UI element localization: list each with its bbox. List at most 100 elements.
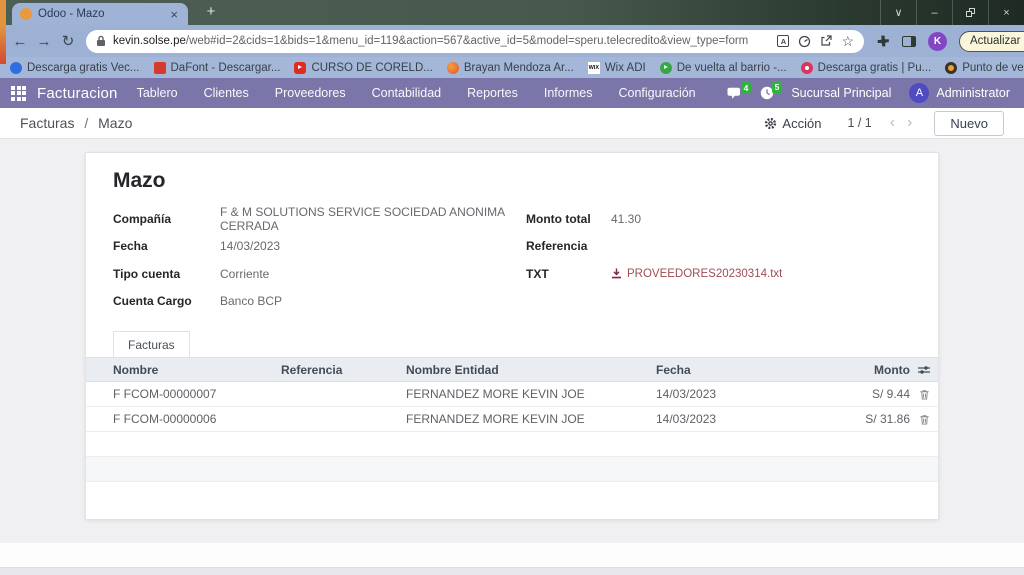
url-text: kevin.solse.pe/web#id=2&cids=1&bids=1&me… [113,35,768,47]
field-fecha-value[interactable]: 14/03/2023 [220,239,280,253]
header-nombre[interactable]: Nombre [86,363,281,377]
menu-clientes[interactable]: Clientes [191,78,262,108]
window-controls: ∨ – × [880,0,1024,25]
pager-previous-icon[interactable]: ‹ [884,115,901,131]
bookmark-item[interactable]: WIXWix ADI [588,62,646,74]
new-tab-button[interactable]: + [200,2,222,22]
header-referencia[interactable]: Referencia [281,363,406,377]
menu-contabilidad[interactable]: Contabilidad [359,78,455,108]
messages-badge: 4 [741,82,752,95]
action-label: Acción [782,116,821,131]
share-icon[interactable] [820,35,832,47]
apps-grid-icon[interactable] [11,86,26,101]
content-area: Mazo Compañía F & M SOLUTIONS SERVICE SO… [0,139,1024,543]
header-nombre-entidad[interactable]: Nombre Entidad [406,363,656,377]
bookmark-item[interactable]: De vuelta al barrio -... [660,62,787,74]
window-chevron-icon[interactable]: ∨ [880,0,916,25]
url-bar[interactable]: kevin.solse.pe/web#id=2&cids=1&bids=1&me… [86,30,864,53]
profile-avatar[interactable]: K [928,32,947,51]
forward-icon[interactable]: → [32,33,56,50]
menu-proveedores[interactable]: Proveedores [262,78,359,108]
lock-icon [96,35,106,47]
bookmark-item[interactable]: CURSO DE CORELD... [294,62,432,74]
field-group-left: Compañía F & M SOLUTIONS SERVICE SOCIEDA… [113,205,513,315]
table-row[interactable]: F FCOM-00000007 FERNANDEZ MORE KEVIN JOE… [86,382,938,407]
messages-button[interactable]: 4 [727,87,743,100]
cell-entidad: FERNANDEZ MORE KEVIN JOE [406,412,656,426]
extensions-puzzle-icon[interactable] [876,34,890,48]
breadcrumb-separator: / [84,115,88,131]
back-icon[interactable]: ← [8,33,32,50]
window-close-icon[interactable]: × [988,0,1024,25]
control-panel: Facturas / Mazo Acción 1 / 1 ‹ › Nuevo [0,108,1024,139]
header-fecha[interactable]: Fecha [656,363,816,377]
table-header-row: Nombre Referencia Nombre Entidad Fecha M… [86,357,938,382]
pager-next-icon[interactable]: › [901,115,918,131]
menu-tablero[interactable]: Tablero [124,78,191,108]
browser-tab[interactable]: Odoo - Mazo × [12,3,188,25]
taskbar-edge [0,567,1024,575]
pink-circle-icon [801,62,813,74]
optional-columns-icon[interactable] [910,364,938,376]
screen-edge-artifact [0,0,6,64]
delete-row-icon[interactable] [910,389,938,400]
bookmark-item[interactable]: DaFont - Descargar... [154,62,281,74]
user-name[interactable]: Administrator [936,86,1010,100]
activities-button[interactable]: 5 [760,86,774,100]
breadcrumb-current: Mazo [98,115,132,131]
update-label: Actualizar [970,35,1021,47]
performance-icon[interactable] [798,35,811,48]
window-titlebar: Odoo - Mazo × + ∨ – × [0,0,1024,25]
cell-nombre: F FCOM-00000006 [86,412,281,426]
firefox-icon [447,62,459,74]
browser-toolbar: ← → ↻ kevin.solse.pe/web#id=2&cids=1&bid… [0,25,1024,57]
bookmark-star-icon[interactable]: ☆ [841,33,854,50]
breadcrumb-parent[interactable]: Facturas [20,115,74,131]
field-tipo-cuenta-value[interactable]: Corriente [220,267,269,281]
new-record-button[interactable]: Nuevo [934,111,1004,136]
cell-monto: S/ 9.44 [816,387,910,401]
dafont-icon [154,62,166,74]
window-minimize-icon[interactable]: – [916,0,952,25]
pos-icon [945,62,957,74]
reload-icon[interactable]: ↻ [56,32,80,50]
video-play-icon [660,62,672,74]
menu-reportes[interactable]: Reportes [454,78,531,108]
table-row[interactable]: F FCOM-00000006 FERNANDEZ MORE KEVIN JOE… [86,407,938,432]
menu-informes[interactable]: Informes [531,78,606,108]
translate-icon[interactable]: A [777,35,789,47]
download-icon [611,268,622,279]
app-menu: Tablero Clientes Proveedores Contabilida… [124,78,709,108]
chrome-update-button[interactable]: Actualizar ⋮ [959,31,1024,52]
window-restore-icon[interactable] [952,0,988,25]
field-compania: Compañía F & M SOLUTIONS SERVICE SOCIEDA… [113,205,513,233]
gear-icon [764,117,777,130]
bookmark-item[interactable]: Descarga gratis | Pu... [801,62,932,74]
youtube-icon [294,62,306,74]
bookmark-item[interactable]: Brayan Mendoza Ar... [447,62,574,74]
bookmark-item[interactable]: Descarga gratis Vec... [10,62,140,74]
field-group-right: Monto total 41.30 Referencia TXT PROVEED… [526,205,916,288]
action-menu-button[interactable]: Acción [764,116,821,131]
app-brand[interactable]: Facturacion [37,85,118,102]
txt-file-link[interactable]: PROVEEDORES20230314.txt [611,268,782,280]
header-monto[interactable]: Monto [816,363,910,377]
company-switcher[interactable]: Sucursal Principal [791,86,891,100]
field-referencia: Referencia [526,233,916,261]
side-panel-icon[interactable] [902,36,916,47]
field-monto-total: Monto total 41.30 [526,205,916,233]
field-compania-value[interactable]: F & M SOLUTIONS SERVICE SOCIEDAD ANONIMA… [220,205,513,233]
form-sheet: Mazo Compañía F & M SOLUTIONS SERVICE SO… [85,152,939,520]
empty-table-row [86,432,938,457]
cell-monto: S/ 31.86 [816,412,910,426]
cell-fecha: 14/03/2023 [656,412,816,426]
user-avatar[interactable]: A [909,83,929,103]
menu-configuracion[interactable]: Configuración [606,78,709,108]
wix-icon: WIX [588,62,600,74]
bookmark-item[interactable]: Punto de venta Ven... [945,62,1024,74]
tab-facturas[interactable]: Facturas [113,331,190,357]
delete-row-icon[interactable] [910,414,938,425]
field-cuenta-cargo-value[interactable]: Banco BCP [220,294,282,308]
tab-close-icon[interactable]: × [168,8,180,21]
cell-fecha: 14/03/2023 [656,387,816,401]
